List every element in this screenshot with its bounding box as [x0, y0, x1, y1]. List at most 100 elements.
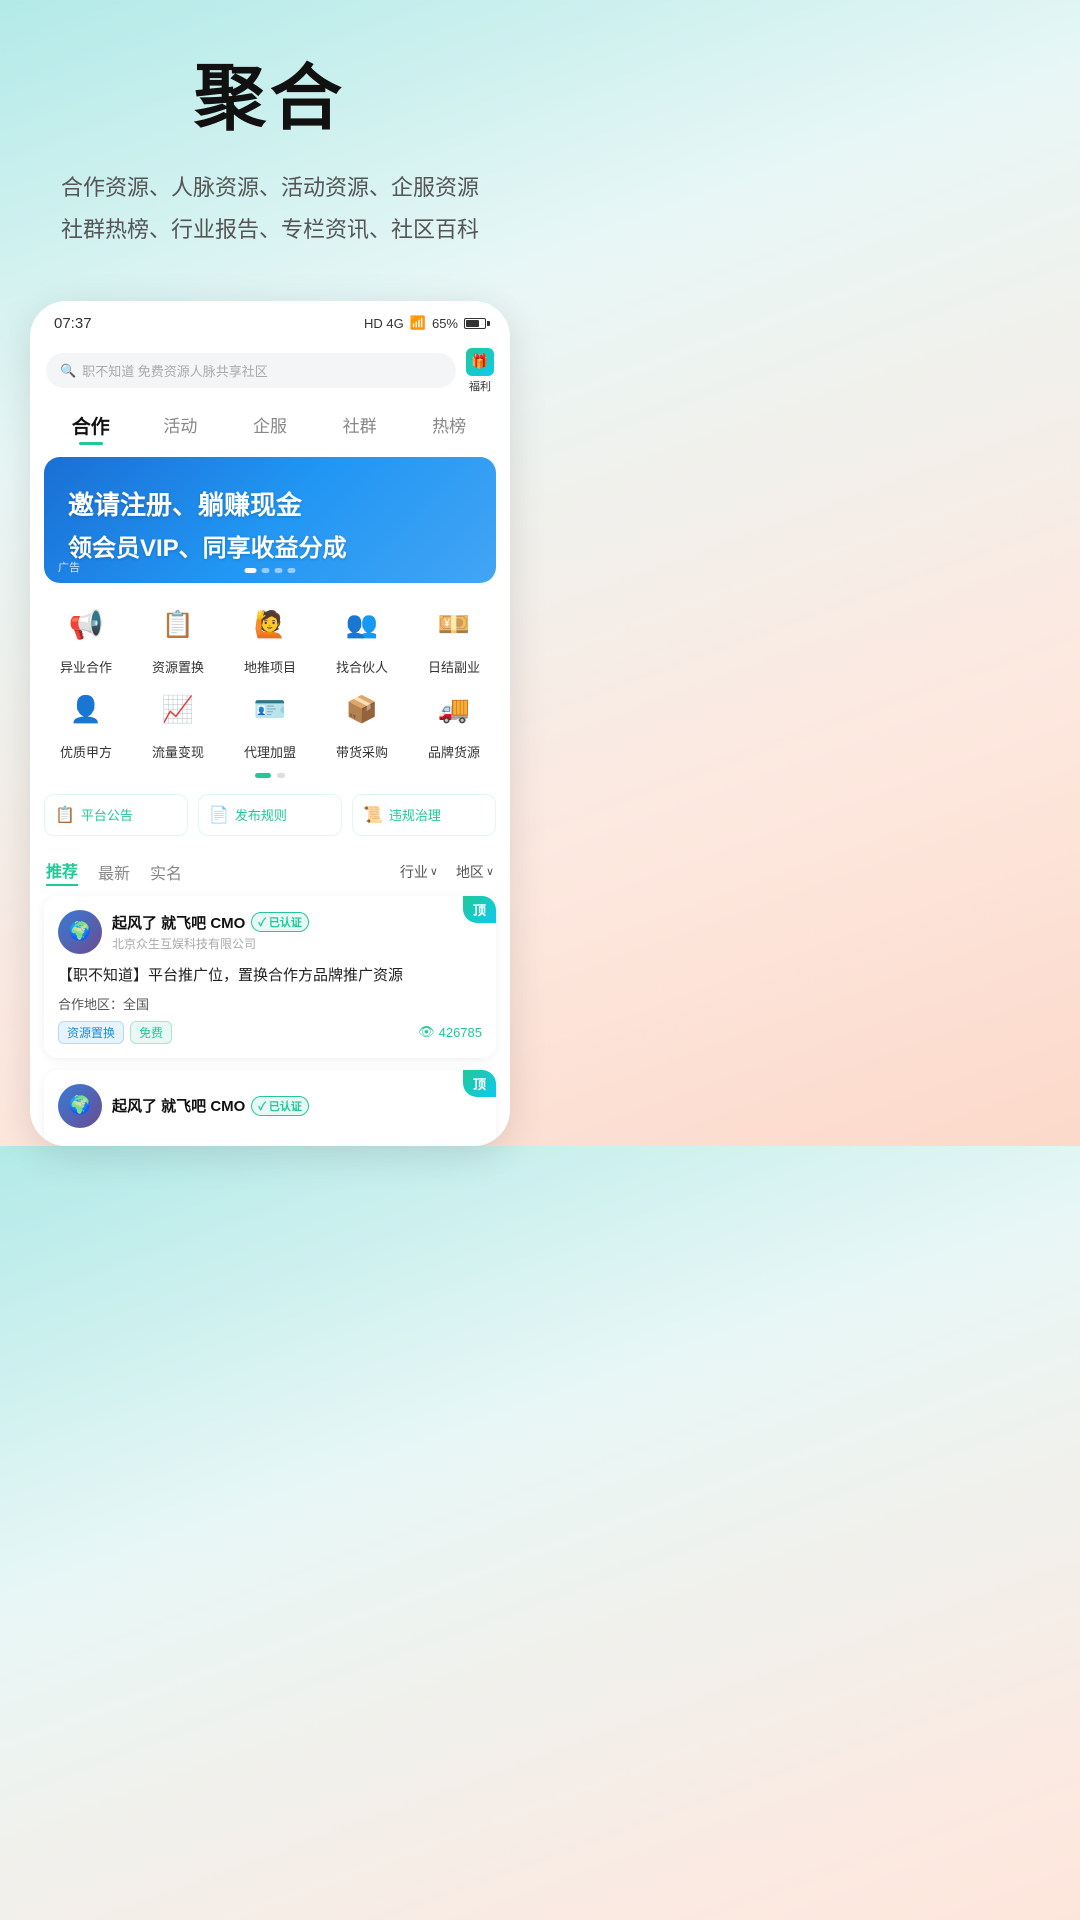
filter-industry[interactable]: 行业 ∨ [400, 862, 438, 882]
banner-dot-3 [275, 568, 283, 573]
post-title-1: 【职不知道】平台推广位，置换合作方品牌推广资源 [58, 964, 482, 988]
page-indicator [30, 771, 510, 788]
tab-trending[interactable]: 热榜 [404, 406, 494, 445]
agency-icon: 🪪 [244, 684, 296, 736]
verified-badge-2: ✓ 已认证 [251, 1096, 309, 1116]
welfare-button[interactable]: 🎁 福利 [466, 348, 494, 394]
phone-card: 07:37 HD 4G 📶 65% 🔍 职不知道 免费资源人脉共享社区 🎁 福利… [30, 301, 510, 1146]
brand-label: 品牌货源 [428, 742, 480, 761]
poster-company-1: 北京众生互娱科技有限公司 [112, 935, 482, 952]
feed-tab-recommend[interactable]: 推荐 [46, 858, 78, 886]
status-bar: 07:37 HD 4G 📶 65% [30, 301, 510, 340]
icon-item-daily-income[interactable]: 💴 日结副业 [410, 599, 498, 676]
icon-item-agency[interactable]: 🪪 代理加盟 [226, 684, 314, 761]
icon-item-brand[interactable]: 🚚 品牌货源 [410, 684, 498, 761]
ground-push-icon: 🙋 [244, 599, 296, 651]
crossover-icon: 📢 [60, 599, 112, 651]
icon-item-traffic[interactable]: 📈 流量变现 [134, 684, 222, 761]
partner-label: 找合伙人 [336, 657, 388, 676]
eye-icon: 👁 [418, 1024, 435, 1040]
traffic-label: 流量变现 [152, 742, 204, 761]
banner-dot-2 [262, 568, 270, 573]
violations-label: 违规治理 [389, 805, 441, 824]
feed-tab-latest[interactable]: 最新 [98, 860, 130, 884]
icon-item-resource-swap[interactable]: 📋 资源置换 [134, 599, 222, 676]
banner-text1: 邀请注册、躺赚现金 [68, 485, 472, 522]
icon-grid-row2: 👤 优质甲方 📈 流量变现 🪪 代理加盟 📦 带货采购 🚚 品牌货源 [30, 680, 510, 771]
search-placeholder: 职不知道 免费资源人脉共享社区 [82, 361, 268, 380]
traffic-icon: 📈 [152, 684, 204, 736]
hero-title: 聚合 [40, 60, 500, 139]
quick-link-violations[interactable]: 📜 违规治理 [352, 794, 496, 836]
agency-label: 代理加盟 [244, 742, 296, 761]
rules-label: 发布规则 [235, 805, 287, 824]
daily-income-icon: 💴 [428, 599, 480, 651]
post-card-1[interactable]: 🌍 起风了 就飞吧 CMO ✓ 已认证 北京众生互娱科技有限公司 顶 【职不知道… [44, 896, 496, 1058]
feed-tabs: 推荐 最新 实名 行业 ∨ 地区 ∨ [30, 850, 510, 896]
welfare-label: 福利 [469, 378, 491, 394]
poster-name-1: 起风了 就飞吧 CMO ✓ 已认证 [112, 912, 482, 933]
daily-income-label: 日结副业 [428, 657, 480, 676]
announcement-icon: 📋 [55, 805, 75, 825]
welfare-icon: 🎁 [466, 348, 494, 376]
poster-name-2: 起风了 就飞吧 CMO ✓ 已认证 [112, 1095, 482, 1116]
tab-cooperation[interactable]: 合作 [46, 406, 136, 445]
battery-percent: 65% [432, 316, 458, 331]
banner-dot-4 [288, 568, 296, 573]
partner-icon: 👥 [336, 599, 388, 651]
goods-icon: 📦 [336, 684, 388, 736]
banner-dots [245, 568, 296, 573]
icon-item-ground-push[interactable]: 🙋 地推项目 [226, 599, 314, 676]
announcement-label: 平台公告 [81, 805, 133, 824]
chevron-down-icon: ∨ [430, 865, 438, 878]
quick-link-rules[interactable]: 📄 发布规则 [198, 794, 342, 836]
icon-item-goods[interactable]: 📦 带货采购 [318, 684, 406, 761]
search-bar[interactable]: 🔍 职不知道 免费资源人脉共享社区 [46, 353, 456, 388]
resource-swap-icon: 📋 [152, 599, 204, 651]
icon-item-partner[interactable]: 👥 找合伙人 [318, 599, 406, 676]
icon-item-crossover[interactable]: 📢 异业合作 [42, 599, 130, 676]
ground-push-label: 地推项目 [244, 657, 296, 676]
page-dot-1 [255, 773, 271, 778]
page-dot-2 [277, 773, 285, 778]
feed-tab-verified[interactable]: 实名 [150, 860, 182, 884]
tags-left-1: 资源置换 免费 [58, 1021, 172, 1044]
tab-community[interactable]: 社群 [315, 406, 405, 445]
post-region-1: 合作地区：全国 [58, 994, 482, 1013]
quick-link-announcement[interactable]: 📋 平台公告 [44, 794, 188, 836]
search-icon: 🔍 [60, 363, 76, 379]
crossover-label: 异业合作 [60, 657, 112, 676]
banner-ad-label: 广告 [58, 559, 80, 575]
avatar-2: 🌍 [58, 1084, 102, 1128]
goods-label: 带货采购 [336, 742, 388, 761]
tab-activity[interactable]: 活动 [136, 406, 226, 445]
promo-banner[interactable]: 邀请注册、躺赚现金 领会员VIP、同享收益分成 广告 [44, 457, 496, 583]
avatar-1: 🌍 [58, 910, 102, 954]
signal-indicator: HD 4G [364, 316, 404, 331]
chevron-down-icon-2: ∨ [486, 865, 494, 878]
quality-client-label: 优质甲方 [60, 742, 112, 761]
resource-swap-label: 资源置换 [152, 657, 204, 676]
search-bar-row: 🔍 职不知道 免费资源人脉共享社区 🎁 福利 [30, 340, 510, 402]
nav-tabs: 合作 活动 企服 社群 热榜 [30, 402, 510, 457]
feed-filter-group: 行业 ∨ 地区 ∨ [400, 862, 494, 882]
tag-free[interactable]: 免费 [130, 1021, 172, 1044]
top-badge-1: 顶 [463, 896, 496, 923]
view-count-1: 👁 426785 [418, 1024, 482, 1040]
poster-info-2: 起风了 就飞吧 CMO ✓ 已认证 [112, 1095, 482, 1116]
battery-icon [464, 318, 486, 329]
verified-badge-1: ✓ 已认证 [251, 912, 309, 932]
filter-region[interactable]: 地区 ∨ [456, 862, 494, 882]
hero-section: 聚合 合作资源、人脉资源、活动资源、企服资源 社群热榜、行业报告、专栏资讯、社区… [0, 0, 540, 281]
quality-client-icon: 👤 [60, 684, 112, 736]
icon-item-quality-client[interactable]: 👤 优质甲方 [42, 684, 130, 761]
hero-subtitle: 合作资源、人脉资源、活动资源、企服资源 社群热榜、行业报告、专栏资讯、社区百科 [40, 167, 500, 251]
top-badge-2: 顶 [463, 1070, 496, 1097]
brand-icon: 🚚 [428, 684, 480, 736]
tag-resource-swap[interactable]: 资源置换 [58, 1021, 124, 1044]
tab-enterprise[interactable]: 企服 [225, 406, 315, 445]
post-card-2[interactable]: 🌍 起风了 就飞吧 CMO ✓ 已认证 顶 [44, 1070, 496, 1146]
rules-icon: 📄 [209, 805, 229, 825]
post-tags-row-1: 资源置换 免费 👁 426785 [58, 1021, 482, 1044]
banner-text2: 领会员VIP、同享收益分成 [68, 528, 472, 563]
